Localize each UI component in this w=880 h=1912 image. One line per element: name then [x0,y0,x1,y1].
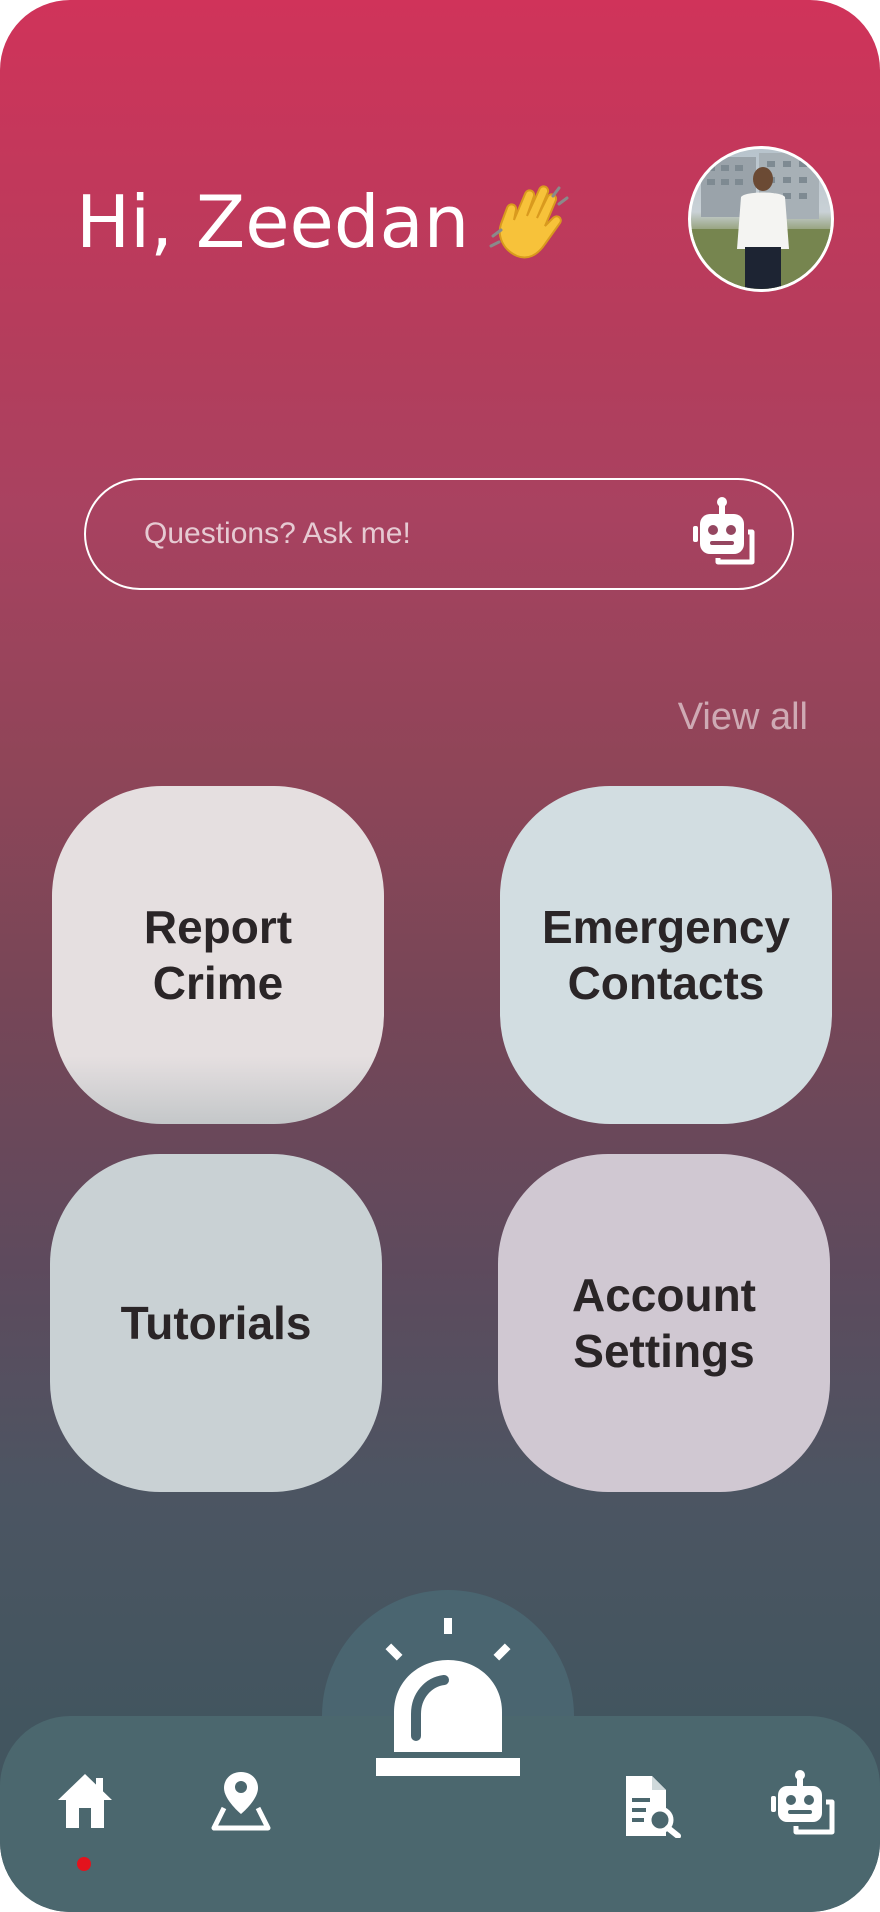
tile-label-line: Contacts [567,957,765,1009]
greeting-text: Hi, Zeedan [76,180,470,264]
tile-label-line: Emergency [541,901,790,953]
tile-label: Report Crime [144,899,292,1011]
greeting-header: Hi, Zeedan [76,180,571,264]
report-crime-tile[interactable]: Report Crime [52,786,384,1124]
robot-chat-icon[interactable] [770,1770,838,1836]
tile-label-line: Report [143,901,293,953]
ask-assistant-search[interactable]: Questions? Ask me! [84,478,794,590]
avatar-photo [691,153,831,289]
tile-label-line: Tutorials [120,1297,312,1349]
tile-label: Tutorials [121,1295,312,1351]
active-tab-indicator [77,1857,91,1871]
robot-chat-icon[interactable] [692,496,764,574]
tile-label-line: Crime [152,957,284,1009]
waving-hand-icon [489,185,569,259]
map-pin-icon[interactable] [210,1768,272,1832]
emergency-contacts-tile[interactable]: Emergency Contacts [500,786,832,1124]
tile-label: Emergency Contacts [542,899,790,1011]
home-screen: Hi, Zeedan Questions? Ask me! View all R… [0,0,880,1912]
home-icon[interactable] [56,1772,114,1830]
tile-label-line: Account [572,1269,756,1321]
account-settings-tile[interactable]: Account Settings [498,1154,830,1492]
document-search-icon[interactable] [622,1774,682,1838]
profile-avatar[interactable] [688,146,834,292]
search-input[interactable]: Questions? Ask me! [144,517,411,551]
alarm-siren-icon[interactable] [368,1616,528,1782]
tutorials-tile[interactable]: Tutorials [50,1154,382,1492]
view-all-link[interactable]: View all [678,696,808,739]
tile-label: Account Settings [572,1267,756,1379]
tile-label-line: Settings [573,1325,755,1377]
